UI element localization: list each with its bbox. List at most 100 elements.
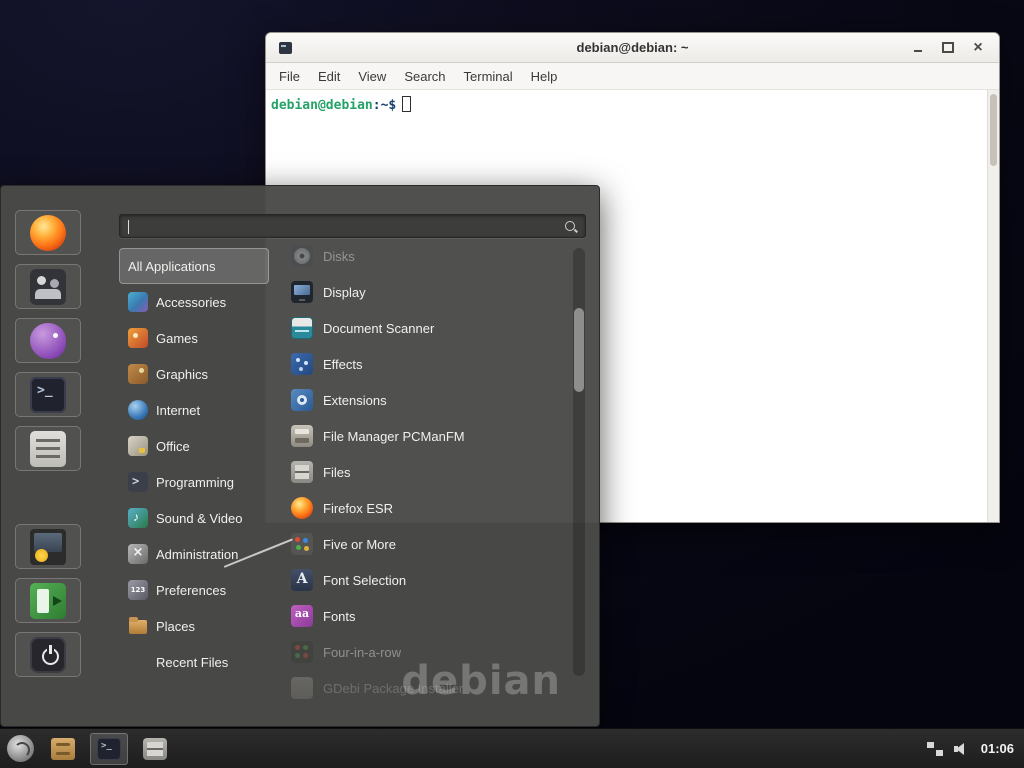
category-item[interactable]: Preferences	[119, 572, 269, 608]
category-item[interactable]: Administration	[119, 536, 269, 572]
menu-logo-icon	[7, 735, 34, 762]
application-item[interactable]: Document Scanner	[285, 310, 571, 346]
category-icon	[128, 508, 148, 528]
search-bar[interactable]	[119, 214, 586, 238]
search-icon	[564, 220, 578, 234]
application-label: Files	[323, 465, 350, 480]
application-label: File Manager PCManFM	[323, 429, 465, 444]
terminal-menu-item[interactable]: Help	[522, 63, 567, 90]
application-item[interactable]: Disks	[285, 238, 571, 274]
application-label: Font Selection	[323, 573, 406, 588]
category-item[interactable]: Internet	[119, 392, 269, 428]
application-item[interactable]: File Manager PCManFM	[285, 418, 571, 454]
lock-screen-button[interactable]	[15, 524, 81, 569]
category-label: Internet	[156, 403, 200, 418]
menu-scrollbar-thumb[interactable]	[574, 308, 584, 392]
application-item[interactable]: Files	[285, 454, 571, 490]
menu-scrollbar[interactable]	[573, 248, 585, 676]
files-task-button[interactable]	[136, 733, 174, 765]
application-item[interactable]: Font Selection	[285, 562, 571, 598]
category-item[interactable]: Programming	[119, 464, 269, 500]
application-item[interactable]: Fonts	[285, 598, 571, 634]
category-item[interactable]: Sound & Video	[119, 500, 269, 536]
application-label: Fonts	[323, 609, 356, 624]
category-label: All Applications	[128, 259, 215, 274]
file-manager-button[interactable]	[15, 426, 81, 471]
application-item[interactable]: Effects	[285, 346, 571, 382]
application-list: Disks Display Document Scanner Effects E…	[285, 238, 571, 710]
category-item[interactable]: Graphics	[119, 356, 269, 392]
category-label: Administration	[156, 547, 238, 562]
terminal-scrollbar[interactable]	[987, 90, 999, 522]
application-icon	[291, 461, 313, 483]
terminal-title: debian@debian: ~	[266, 40, 999, 55]
search-input[interactable]	[129, 216, 557, 236]
category-icon	[128, 580, 148, 600]
terminal-task-button[interactable]	[90, 733, 128, 765]
terminal-menu-item[interactable]: Edit	[309, 63, 349, 90]
application-item[interactable]: Display	[285, 274, 571, 310]
category-icon	[128, 616, 148, 636]
terminal-button[interactable]	[15, 372, 81, 417]
category-label: Programming	[156, 475, 234, 490]
terminal-menubar: FileEditViewSearchTerminalHelp	[266, 63, 999, 90]
menu-button[interactable]	[0, 729, 40, 768]
application-label: Effects	[323, 357, 363, 372]
category-icon	[128, 400, 148, 420]
clock[interactable]: 01:06	[981, 741, 1014, 756]
favorite-icon	[30, 377, 66, 413]
minimize-icon[interactable]	[911, 41, 925, 55]
application-icon	[291, 641, 313, 663]
category-item[interactable]: Places	[119, 608, 269, 644]
application-label: Disks	[323, 249, 355, 264]
close-icon[interactable]	[971, 41, 985, 55]
category-icon	[128, 292, 148, 312]
volume-icon[interactable]	[954, 742, 970, 756]
category-icon	[128, 436, 148, 456]
favorite-icon	[30, 269, 66, 305]
application-icon	[291, 281, 313, 303]
application-label: Four-in-a-row	[323, 645, 401, 660]
application-icon	[291, 389, 313, 411]
application-label: Firefox ESR	[323, 501, 393, 516]
category-item[interactable]: Games	[119, 320, 269, 356]
terminal-menu-item[interactable]: Terminal	[455, 63, 522, 90]
category-icon	[128, 364, 148, 384]
terminal-menu-item[interactable]: View	[349, 63, 395, 90]
application-icon	[291, 317, 313, 339]
application-menu: All Applications Accessories Games Graph…	[0, 185, 600, 727]
category-item[interactable]: Accessories	[119, 284, 269, 320]
prompt-user-host: debian@debian	[271, 98, 373, 113]
window-controls	[911, 41, 999, 55]
pidgin-button[interactable]	[15, 318, 81, 363]
maximize-icon[interactable]	[941, 41, 955, 55]
application-item[interactable]: Extensions	[285, 382, 571, 418]
category-item[interactable]: Office	[119, 428, 269, 464]
shutdown-button[interactable]	[15, 632, 81, 677]
application-item[interactable]: Firefox ESR	[285, 490, 571, 526]
terminal-scrollbar-thumb[interactable]	[990, 94, 997, 166]
session-column	[15, 524, 81, 677]
session-icon	[30, 583, 66, 619]
terminal-titlebar[interactable]: debian@debian: ~	[266, 33, 999, 63]
desktop: debian@debian: ~ FileEditViewSearchTermi…	[0, 0, 1024, 768]
logout-button[interactable]	[15, 578, 81, 623]
application-item[interactable]: Five or More	[285, 526, 571, 562]
category-item[interactable]: All Applications	[119, 248, 269, 284]
application-label: Five or More	[323, 537, 396, 552]
category-label: Preferences	[156, 583, 226, 598]
contacts-button[interactable]	[15, 264, 81, 309]
application-icon	[291, 497, 313, 519]
category-label: Accessories	[156, 295, 226, 310]
terminal-menu-item[interactable]: Search	[395, 63, 454, 90]
system-tray: 01:06	[927, 741, 1024, 756]
category-icon	[128, 544, 148, 564]
firefox-button[interactable]	[15, 210, 81, 255]
network-icon[interactable]	[927, 742, 943, 756]
application-icon	[291, 533, 313, 555]
file-manager-drawer-button[interactable]	[44, 733, 82, 765]
application-icon	[291, 605, 313, 627]
favorite-icon	[30, 323, 66, 359]
category-item[interactable]: Recent Files	[119, 644, 269, 680]
terminal-menu-item[interactable]: File	[270, 63, 309, 90]
